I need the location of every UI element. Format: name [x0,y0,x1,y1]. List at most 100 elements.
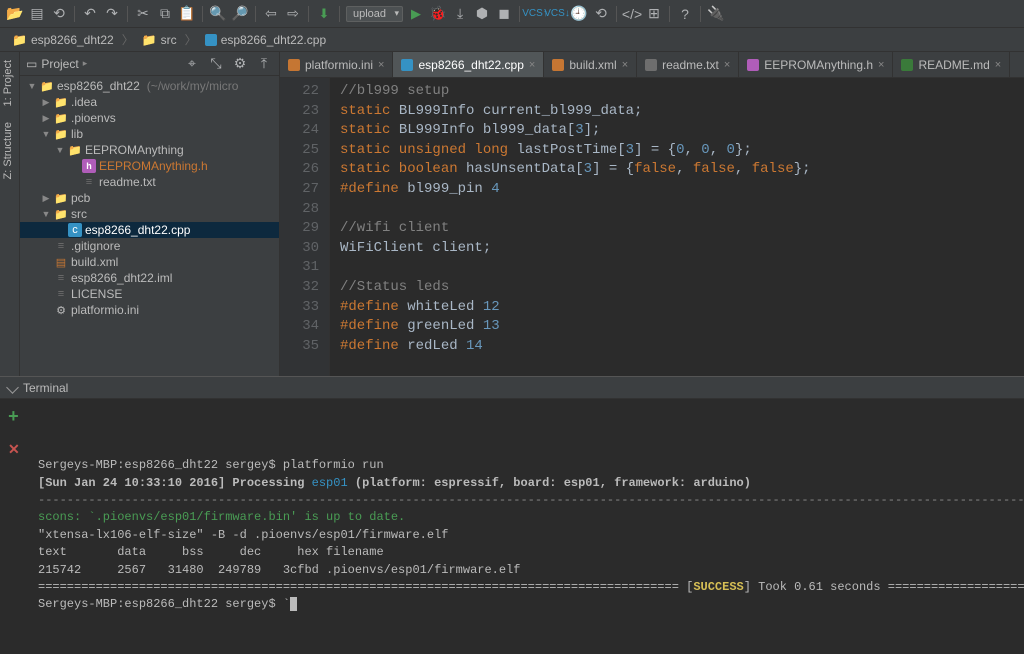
run-icon[interactable]: ▶ [407,5,425,23]
tree-item[interactable]: ▼📁esp8266_dht22(~/work/my/micro [20,78,279,94]
sync-icon[interactable]: ⟲ [50,5,68,23]
project-tree[interactable]: ▼📁esp8266_dht22(~/work/my/micro▶📁.idea▶📁… [20,76,279,376]
terminal-panel: Terminal + ✕ Sergeys-MBP:esp8266_dht22 s… [0,376,1024,654]
breadcrumb-item[interactable]: esp8266_dht22.cpp [201,32,330,48]
tree-item[interactable]: ⚙platformio.ini [20,302,279,318]
close-icon[interactable]: × [378,59,384,71]
close-icon[interactable]: × [529,59,535,71]
code-editor[interactable]: //bl999 setupstatic BL999Info current_bl… [330,78,1024,376]
editor-tab[interactable]: esp8266_dht22.cpp× [393,52,544,77]
tab-project[interactable]: 1: Project [0,52,16,114]
h-icon [747,59,759,71]
revert-icon[interactable]: ⟲ [592,5,610,23]
breadcrumb-item[interactable]: 📁esp8266_dht22 [8,32,118,48]
arrow-icon: ▼ [27,81,37,91]
save-all-icon[interactable]: ▤ [28,5,46,23]
history-icon[interactable]: 🕘 [570,5,588,23]
left-tool-strip: 1: Project Z: Structure [0,52,20,376]
coverage-icon[interactable]: ⬢ [473,5,491,23]
breadcrumb: 📁esp8266_dht22〉📁src〉esp8266_dht22.cpp [0,28,1024,52]
settings-icon[interactable]: </> [623,5,641,23]
target-icon[interactable]: ⌖ [183,55,201,73]
back-icon[interactable]: ⇦ [262,5,280,23]
run-config-dropdown[interactable]: upload [346,6,403,22]
tree-item[interactable]: ≡esp8266_dht22.iml [20,270,279,286]
structure-icon[interactable]: ⊞ [645,5,663,23]
paste-icon[interactable]: 📋 [178,5,196,23]
editor-tab[interactable]: EEPROMAnything.h× [739,52,893,77]
folder-icon: 📁 [40,79,54,93]
folder-icon: 📁 [12,33,27,47]
tree-item[interactable]: ≡LICENSE [20,286,279,302]
hide-icon[interactable]: ⤒ [255,55,273,73]
terminal-new-icon[interactable]: + [8,405,20,431]
tree-item[interactable]: ▶📁.idea [20,94,279,110]
ini-icon: ⚙ [54,303,68,317]
project-panel: ▭ Project ▸ ⌖ ⤡ ⚙ ⤒ ▼📁esp8266_dht22(~/wo… [20,52,280,376]
build-icon[interactable]: ⬇ [315,5,333,23]
replace-icon[interactable]: 🔎 [231,5,249,23]
editor-tab[interactable]: README.md× [893,52,1010,77]
editor-tab[interactable]: readme.txt× [637,52,739,77]
folder-icon: 📁 [54,191,68,205]
close-icon[interactable]: × [995,59,1001,71]
terminal-close-icon[interactable]: ✕ [8,441,20,461]
project-panel-title[interactable]: ▭ Project ▸ [26,57,179,71]
close-icon[interactable]: × [724,59,730,71]
collapse-icon[interactable]: ⤡ [207,55,225,73]
editor-tab[interactable]: build.xml× [544,52,637,77]
tree-item[interactable]: ▼📁lib [20,126,279,142]
folder-icon: ▭ [26,57,37,71]
close-icon[interactable]: × [622,59,628,71]
gear-icon[interactable]: ⚙ [231,55,249,73]
terminal-title: Terminal [23,381,68,395]
xml-icon [552,59,564,71]
folder-icon: 📁 [142,33,157,47]
attach-icon[interactable]: ⤓ [451,5,469,23]
tree-item[interactable]: ▶📁.pioenvs [20,110,279,126]
redo-icon[interactable]: ↷ [103,5,121,23]
folder-icon: 📁 [54,207,68,221]
tree-item[interactable]: ▼📁EEPROMAnything [20,142,279,158]
run-config-label: upload [353,8,386,20]
editor-tab[interactable]: platformio.ini× [280,52,393,77]
forward-icon[interactable]: ⇨ [284,5,302,23]
chevron-right-icon: ▸ [83,58,88,69]
terminal-header[interactable]: Terminal [0,377,1024,399]
find-icon[interactable]: 🔍 [209,5,227,23]
cpp-icon [401,59,413,71]
cut-icon[interactable]: ✂ [134,5,152,23]
breadcrumb-item[interactable]: 📁src [138,32,181,48]
tree-item[interactable]: hEEPROMAnything.h [20,158,279,174]
project-panel-label: Project [41,57,78,71]
tree-item[interactable]: ≡.gitignore [20,238,279,254]
vcs-up-icon[interactable]: VCS↑ [526,5,544,23]
debug-icon[interactable]: 🐞 [429,5,447,23]
tree-item[interactable]: ≡readme.txt [20,174,279,190]
folder-icon: 📁 [54,111,68,125]
tab-structure[interactable]: Z: Structure [0,114,16,187]
tree-item[interactable]: ▤build.xml [20,254,279,270]
copy-icon[interactable]: ⧉ [156,5,174,23]
tree-item[interactable]: ▶📁pcb [20,190,279,206]
md-icon [901,59,913,71]
stop-icon[interactable]: ◼ [495,5,513,23]
open-icon[interactable]: 📂 [6,5,24,23]
platformio-icon[interactable]: 🔌 [707,5,725,23]
arrow-icon: ▶ [41,113,51,124]
arrow-icon: ▼ [41,209,51,219]
editor-gutter: 2223242526272829303132333435 [280,78,330,376]
arrow-icon: ▼ [55,145,65,155]
vcs-down-icon[interactable]: VCS↓ [548,5,566,23]
main-toolbar: 📂 ▤ ⟲ ↶ ↷ ✂ ⧉ 📋 🔍 🔎 ⇦ ⇨ ⬇ upload ▶ 🐞 ⤓ ⬢… [0,0,1024,28]
editor-area: platformio.ini×esp8266_dht22.cpp×build.x… [280,52,1024,376]
undo-icon[interactable]: ↶ [81,5,99,23]
close-icon[interactable]: × [878,59,884,71]
txt-icon: ≡ [54,287,68,301]
tree-item[interactable]: ▼📁src [20,206,279,222]
ini-icon [288,59,300,71]
tree-item[interactable]: cesp8266_dht22.cpp [20,222,279,238]
arrow-icon: ▶ [41,97,51,108]
help-icon[interactable]: ? [676,5,694,23]
terminal-body[interactable]: + ✕ Sergeys-MBP:esp8266_dht22 sergey$ pl… [0,399,1024,654]
